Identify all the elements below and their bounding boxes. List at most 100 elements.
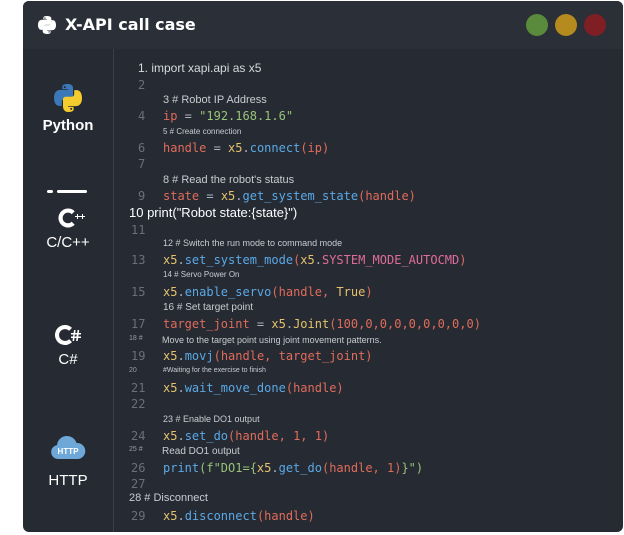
- code-text: print(f"DO1={x5.get_do(handle, 1)}"): [163, 461, 423, 475]
- tab-csharp[interactable]: C#: [23, 321, 113, 368]
- code-token: enable_servo: [184, 285, 272, 299]
- line-number: 7: [138, 157, 146, 171]
- code-token: x5: [163, 285, 178, 299]
- code-token: =: [206, 141, 229, 155]
- code-token: .: [314, 253, 322, 267]
- code-token: ip: [163, 109, 178, 123]
- code-token: .: [177, 429, 185, 443]
- code-token: (ip): [300, 141, 330, 155]
- code-token: x5: [163, 381, 178, 395]
- http-badge-text: HTTP: [58, 447, 80, 456]
- code-token: disconnect: [184, 509, 257, 523]
- title-bar: X-API call case: [23, 1, 623, 49]
- line-number: 22: [131, 397, 146, 411]
- code-token: }"): [401, 461, 424, 475]
- code-token: SYSTEM_MODE_AUTOCMD: [321, 253, 460, 267]
- cpp-logo-icon: [58, 208, 85, 228]
- code-token: target_joint: [163, 317, 250, 331]
- code-token: (handle): [358, 189, 416, 203]
- language-sidebar: Python C/C++ C# HTTP HTTP: [23, 49, 114, 532]
- code-text: 8 # Read the robot's status: [163, 174, 295, 186]
- code-token: ): [459, 253, 467, 267]
- line-number: 24: [131, 429, 146, 443]
- code-token: .: [177, 253, 185, 267]
- tab-python[interactable]: Python: [23, 82, 113, 134]
- code-token: print: [163, 461, 200, 475]
- line-number: 11: [131, 223, 146, 237]
- code-text: 1. import xapi.api as x5: [138, 61, 262, 75]
- code-token: x5: [300, 253, 315, 267]
- code-text: 16 # Set target point: [163, 302, 254, 313]
- code-text: x5.movj(handle, target_joint): [163, 349, 373, 363]
- code-token: x5: [256, 461, 272, 475]
- code-token: .: [177, 509, 185, 523]
- code-token: (handle): [285, 381, 344, 395]
- code-text: 12 # Switch the run mode to command mode: [163, 238, 343, 248]
- code-token: Joint: [293, 317, 330, 331]
- code-text: state = x5.get_system_state(handle): [163, 189, 416, 203]
- code-text: ip = "192.168.1.6": [163, 109, 293, 123]
- code-token: (handle,: [271, 285, 337, 299]
- line-number: 9: [138, 189, 146, 203]
- code-token: x5: [271, 317, 286, 331]
- line-number: 15: [131, 285, 146, 299]
- code-token: (handle, 1): [321, 461, 402, 475]
- code-text: 10 print("Robot state:{state}"): [129, 205, 298, 220]
- line-number: 17: [131, 317, 146, 331]
- code-token: (100,0,0,0,0,0,0,0,0): [329, 317, 481, 331]
- code-token: get_system_state: [242, 189, 359, 203]
- code-token: handle: [163, 141, 207, 155]
- line-number: 27: [131, 477, 146, 491]
- code-text: x5.enable_servo(handle, True): [163, 285, 373, 299]
- code-text: x5.set_system_mode(x5.SYSTEM_MODE_AUTOCM…: [163, 253, 467, 267]
- window-control-red[interactable]: [584, 14, 606, 36]
- code-text: 25 #: [129, 446, 143, 453]
- code-token: ): [365, 285, 373, 299]
- line-number: 29: [131, 509, 146, 523]
- line-number: 4: [138, 109, 146, 123]
- code-text: handle = x5.connect(ip): [163, 141, 329, 155]
- line-number: 13: [131, 253, 146, 267]
- line-number: 2: [138, 78, 146, 92]
- code-token: set_system_mode: [184, 253, 294, 267]
- code-text: target_joint = x5.Joint(100,0,0,0,0,0,0,…: [163, 317, 481, 331]
- code-token: x5: [163, 349, 178, 363]
- code-token: .: [235, 189, 243, 203]
- window-control-green[interactable]: [526, 14, 548, 36]
- code-token: .: [177, 381, 185, 395]
- tab-cpp[interactable]: C/C++: [23, 204, 113, 251]
- tab-python-label: Python: [42, 117, 94, 134]
- window-control-yellow[interactable]: [555, 14, 577, 36]
- code-token: .: [285, 317, 294, 331]
- code-token: .: [177, 285, 185, 299]
- code-token: x5: [220, 189, 236, 203]
- code-token: x5: [163, 253, 178, 267]
- code-token: movj: [184, 349, 214, 363]
- code-text: x5.wait_move_done(handle): [163, 381, 344, 395]
- code-text: 5 # Create connection: [163, 127, 242, 136]
- code-token: "192.168.1.6": [199, 109, 294, 123]
- code-token: x5: [163, 509, 178, 523]
- line-number: 19: [131, 349, 146, 363]
- tab-http[interactable]: HTTP HTTP: [23, 433, 113, 489]
- tab-cpp-label: C/C++: [46, 234, 90, 251]
- code-text: Move to the target point using joint mov…: [162, 335, 382, 345]
- code-text: #Waiting for the exercise to finish: [163, 367, 266, 374]
- tab-http-label: HTTP: [48, 472, 88, 489]
- code-token: get_do: [278, 461, 322, 475]
- code-token: =: [199, 189, 221, 203]
- code-token: =: [249, 317, 272, 331]
- code-text: 23 # Enable DO1 output: [163, 414, 260, 424]
- code-token: state: [163, 189, 200, 203]
- code-token: =: [177, 109, 200, 123]
- code-text: Read DO1 output: [162, 446, 240, 457]
- code-text: x5.disconnect(handle): [163, 509, 315, 523]
- python-logo-icon: [54, 84, 82, 112]
- code-text: 28 # Disconnect: [129, 492, 208, 504]
- code-token: .: [177, 349, 185, 363]
- csharp-logo-icon: [54, 324, 81, 345]
- code-editor: 1. import xapi.api as x5 2 3 # Robot IP …: [113, 49, 623, 532]
- code-token: wait_move_done: [184, 381, 286, 395]
- line-number: 26: [131, 461, 146, 475]
- code-token: connect: [249, 141, 301, 155]
